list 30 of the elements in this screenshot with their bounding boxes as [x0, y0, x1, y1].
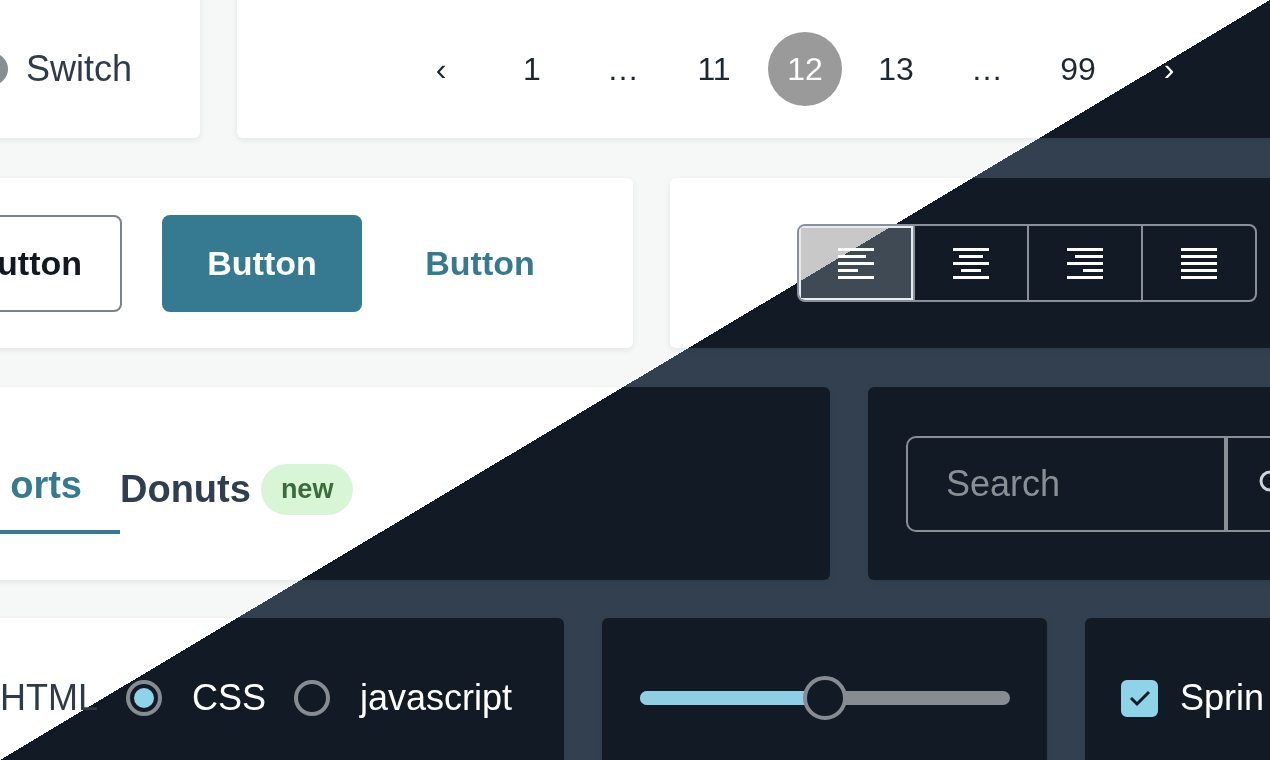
slider-thumb[interactable]: [803, 676, 847, 720]
radio-label: CSS: [192, 677, 267, 719]
radio-button[interactable]: [294, 680, 331, 716]
page-link[interactable]: 11: [677, 32, 751, 106]
search-field[interactable]: Search: [906, 435, 1226, 532]
page-link[interactable]: 13: [859, 32, 933, 106]
align-justify-icon: [1181, 247, 1217, 279]
checkbox-label: Sprin: [1180, 677, 1265, 719]
tab-label: orts: [10, 463, 82, 507]
radio-button[interactable]: [126, 680, 162, 716]
radio-label: javascript: [360, 677, 513, 719]
align-right-icon: [1067, 247, 1103, 279]
switch-label: Switch: [26, 48, 133, 90]
radio-label: HTML: [0, 677, 98, 719]
page-link[interactable]: 1: [495, 32, 569, 106]
align-center-icon: [953, 247, 989, 279]
align-left-icon: [838, 247, 874, 279]
primary-button[interactable]: Button: [162, 214, 362, 312]
page-link[interactable]: …: [950, 32, 1024, 106]
tab-label: Donuts: [120, 467, 251, 511]
checkbox[interactable]: [1121, 679, 1158, 717]
new-badge: new: [260, 463, 354, 515]
page-link[interactable]: 99: [1041, 32, 1115, 106]
tab[interactable]: Donuts new: [120, 444, 392, 542]
text-button[interactable]: Button: [400, 214, 560, 312]
check-icon: [1127, 688, 1152, 708]
page-link[interactable]: ‹: [404, 32, 478, 106]
align-left-button[interactable]: [799, 226, 913, 300]
page-link[interactable]: …: [586, 32, 660, 106]
tab[interactable]: orts: [0, 444, 120, 534]
